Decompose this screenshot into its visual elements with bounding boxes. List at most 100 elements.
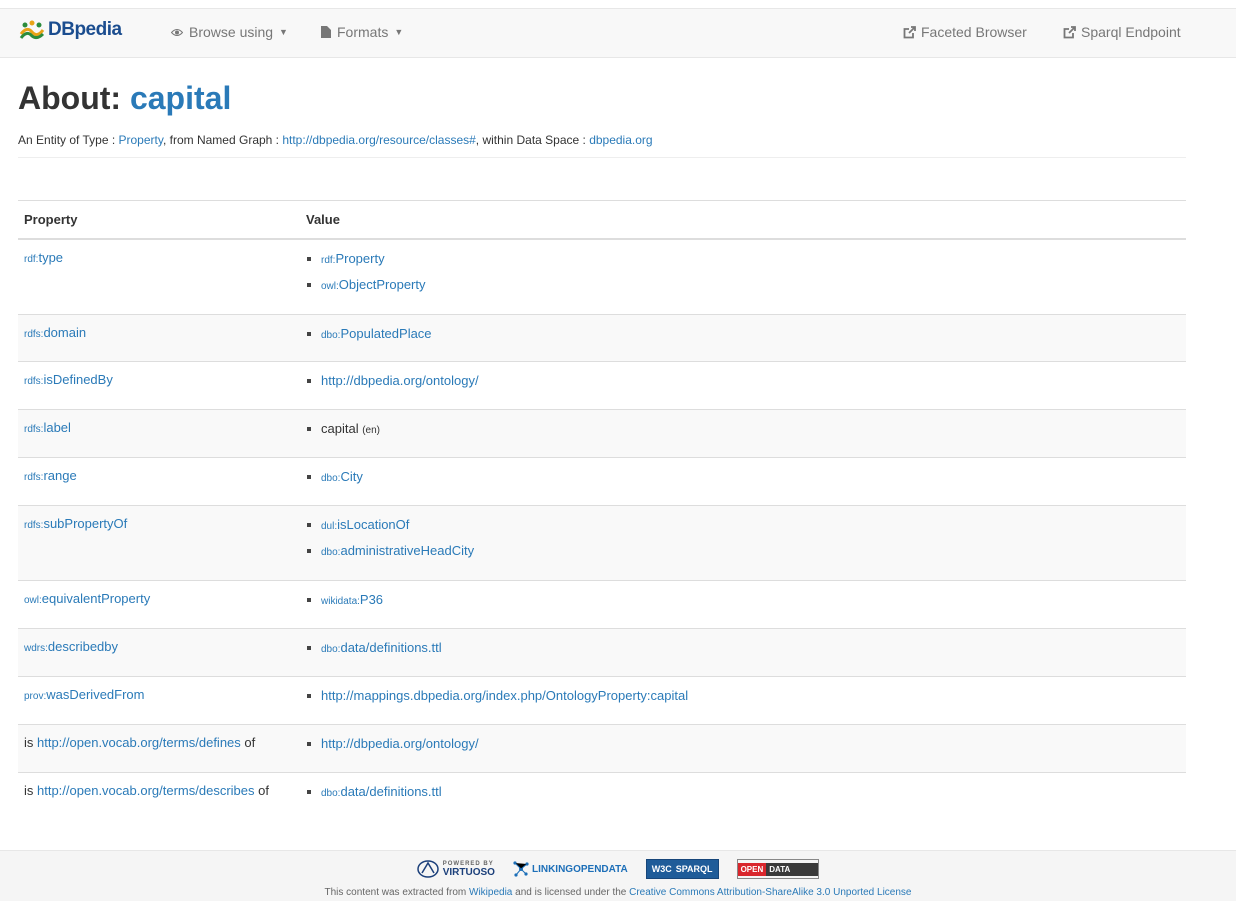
virtuoso-icon bbox=[416, 860, 439, 878]
property-link[interactable]: rdf:type bbox=[24, 250, 63, 265]
chevron-down-icon: ▼ bbox=[394, 27, 404, 37]
external-link-icon bbox=[903, 25, 916, 38]
value-list: rdf:Property owl:ObjectProperty bbox=[306, 250, 1186, 302]
value-prefix: dbo: bbox=[321, 546, 341, 558]
value-link[interactable]: http://dbpedia.org/ontology/ bbox=[321, 373, 479, 388]
footer-license-text: This content was extracted from Wikipedi… bbox=[0, 887, 1236, 898]
open-data-logo[interactable]: OPEN DATA bbox=[736, 859, 820, 879]
value-list: dbo:City bbox=[306, 468, 1186, 494]
property-table: Property Value rdf:type rdf:Property owl:O… bbox=[18, 200, 1186, 820]
property-cell: rdfs:range bbox=[18, 456, 300, 505]
subtitle-text: , within Data Space : bbox=[475, 133, 590, 147]
sparql-text: SPARQL bbox=[675, 864, 713, 874]
property-cell: rdfs:subPropertyOf bbox=[18, 504, 300, 580]
footer-text: and is licensed under the bbox=[512, 887, 630, 898]
footer-logos: POWERED BY VIRTUOSO LINKINGOPENDATA W3C … bbox=[0, 859, 1236, 879]
property-cell: wdrs:describedby bbox=[18, 627, 300, 676]
literal-value: capital bbox=[321, 420, 359, 436]
inverse-property-link[interactable]: http://open.vocab.org/terms/defines bbox=[37, 735, 241, 750]
property-prefix: rdfs: bbox=[24, 328, 44, 340]
table-header-row: Property Value bbox=[18, 200, 1186, 240]
dbpedia-logo[interactable]: DBpedia bbox=[19, 15, 122, 45]
value-item: wikidata:P36 bbox=[306, 591, 1186, 617]
data-space-link[interactable]: dbpedia.org bbox=[589, 133, 652, 147]
table-row: owl:equivalentProperty wikidata:P36 bbox=[18, 579, 1186, 628]
value-item: http://dbpedia.org/ontology/ bbox=[306, 735, 1186, 761]
value-text: Property bbox=[335, 251, 385, 266]
sparql-endpoint-link[interactable]: Sparql Endpoint bbox=[1063, 24, 1181, 40]
property-link[interactable]: rdfs:domain bbox=[24, 325, 86, 340]
value-link[interactable]: dbo:administrativeHeadCity bbox=[321, 543, 474, 558]
value-prefix: wikidata: bbox=[321, 595, 360, 607]
named-graph-link[interactable]: http://dbpedia.org/resource/classes# bbox=[282, 133, 475, 147]
value-prefix: dbo: bbox=[321, 329, 341, 341]
external-link-icon bbox=[1063, 25, 1076, 38]
property-link[interactable]: rdfs:isDefinedBy bbox=[24, 372, 113, 387]
table-row: rdfs:label capital (en) bbox=[18, 408, 1186, 457]
property-link[interactable]: prov:wasDerivedFrom bbox=[24, 687, 144, 702]
value-link[interactable]: http://mappings.dbpedia.org/index.php/On… bbox=[321, 688, 688, 703]
value-cell: dbo:data/definitions.ttl bbox=[300, 771, 1186, 820]
value-text: administrativeHeadCity bbox=[340, 542, 475, 558]
value-list: dbo:PopulatedPlace bbox=[306, 325, 1186, 351]
lod-text: LINKINGOPENDATA bbox=[531, 863, 628, 875]
footer: POWERED BY VIRTUOSO LINKINGOPENDATA W3C … bbox=[0, 850, 1236, 901]
value-link[interactable]: wikidata:P36 bbox=[321, 592, 383, 607]
divider bbox=[18, 157, 1186, 158]
property-prefix: rdf: bbox=[24, 254, 39, 265]
virtuoso-text: VIRTUOSO bbox=[442, 866, 495, 878]
property-name: label bbox=[43, 419, 71, 435]
value-item: dbo:PopulatedPlace bbox=[306, 325, 1186, 351]
property-link[interactable]: rdfs:label bbox=[24, 420, 71, 435]
property-name: equivalentProperty bbox=[41, 590, 151, 606]
inverse-property-link[interactable]: http://open.vocab.org/terms/describes bbox=[37, 783, 255, 798]
property-cell: rdfs:label bbox=[18, 408, 300, 457]
w3c-sparql-logo[interactable]: W3C SPARQL bbox=[645, 859, 719, 879]
property-name: type bbox=[38, 250, 64, 265]
value-text: data/definitions.ttl bbox=[340, 783, 442, 799]
value-link[interactable]: owl:ObjectProperty bbox=[321, 277, 426, 292]
entity-type-link[interactable]: Property bbox=[119, 133, 163, 147]
property-prefix: rdfs: bbox=[24, 471, 44, 483]
table-row: rdfs:subPropertyOf dul:isLocationOf dbo:ad… bbox=[18, 504, 1186, 580]
value-cell: dul:isLocationOf dbo:administrativeHeadCi… bbox=[300, 504, 1186, 580]
linking-open-data-logo[interactable]: LINKINGOPENDATA bbox=[513, 860, 628, 878]
formats-menu[interactable]: Formats ▼ bbox=[321, 24, 403, 40]
property-prefix: wdrs: bbox=[24, 642, 48, 654]
value-link[interactable]: http://dbpedia.org/ontology/ bbox=[321, 736, 479, 751]
value-list: dbo:data/definitions.ttl bbox=[306, 783, 1186, 809]
property-link[interactable]: wdrs:describedby bbox=[24, 639, 118, 654]
subtitle-text: , from Named Graph : bbox=[162, 133, 283, 147]
value-item: dbo:administrativeHeadCity bbox=[306, 542, 1186, 568]
entity-subtitle: An Entity of Type : Property, from Named… bbox=[18, 133, 653, 147]
value-text: ObjectProperty bbox=[338, 277, 426, 292]
value-link[interactable]: rdf:Property bbox=[321, 251, 385, 266]
virtuoso-logo[interactable]: POWERED BY VIRTUOSO bbox=[416, 860, 495, 878]
value-item: dbo:City bbox=[306, 468, 1186, 494]
property-link[interactable]: owl:equivalentProperty bbox=[24, 591, 150, 606]
header-property: Property bbox=[18, 200, 300, 240]
value-link[interactable]: dbo:PopulatedPlace bbox=[321, 326, 432, 341]
value-link[interactable]: dbo:data/definitions.ttl bbox=[321, 784, 442, 799]
table-row: wdrs:describedby dbo:data/definitions.ttl bbox=[18, 627, 1186, 676]
value-list: wikidata:P36 bbox=[306, 591, 1186, 617]
title-link[interactable]: capital bbox=[130, 80, 231, 116]
browse-using-menu[interactable]: Browse using ▼ bbox=[171, 24, 288, 40]
about-label: About: bbox=[18, 80, 122, 116]
value-link[interactable]: dbo:City bbox=[321, 469, 363, 484]
value-link[interactable]: dbo:data/definitions.ttl bbox=[321, 640, 442, 655]
inverse-is-text: is bbox=[24, 734, 37, 750]
language-tag: (en) bbox=[362, 424, 380, 436]
wikipedia-link[interactable]: Wikipedia bbox=[469, 887, 512, 898]
license-link[interactable]: Creative Commons Attribution-ShareAlike … bbox=[629, 887, 911, 898]
property-link[interactable]: rdfs:subPropertyOf bbox=[24, 516, 127, 531]
footer-text: This content was extracted from bbox=[324, 887, 470, 898]
property-link[interactable]: rdfs:range bbox=[24, 468, 77, 483]
faceted-browser-link[interactable]: Faceted Browser bbox=[903, 24, 1027, 40]
open-text: OPEN bbox=[737, 862, 767, 876]
value-text: http://mappings.dbpedia.org/index.php/On… bbox=[321, 687, 689, 703]
value-link[interactable]: dul:isLocationOf bbox=[321, 517, 409, 532]
table-row: is http://open.vocab.org/terms/describes… bbox=[18, 771, 1186, 820]
property-cell: rdfs:isDefinedBy bbox=[18, 360, 300, 409]
value-cell: capital (en) bbox=[300, 408, 1186, 457]
